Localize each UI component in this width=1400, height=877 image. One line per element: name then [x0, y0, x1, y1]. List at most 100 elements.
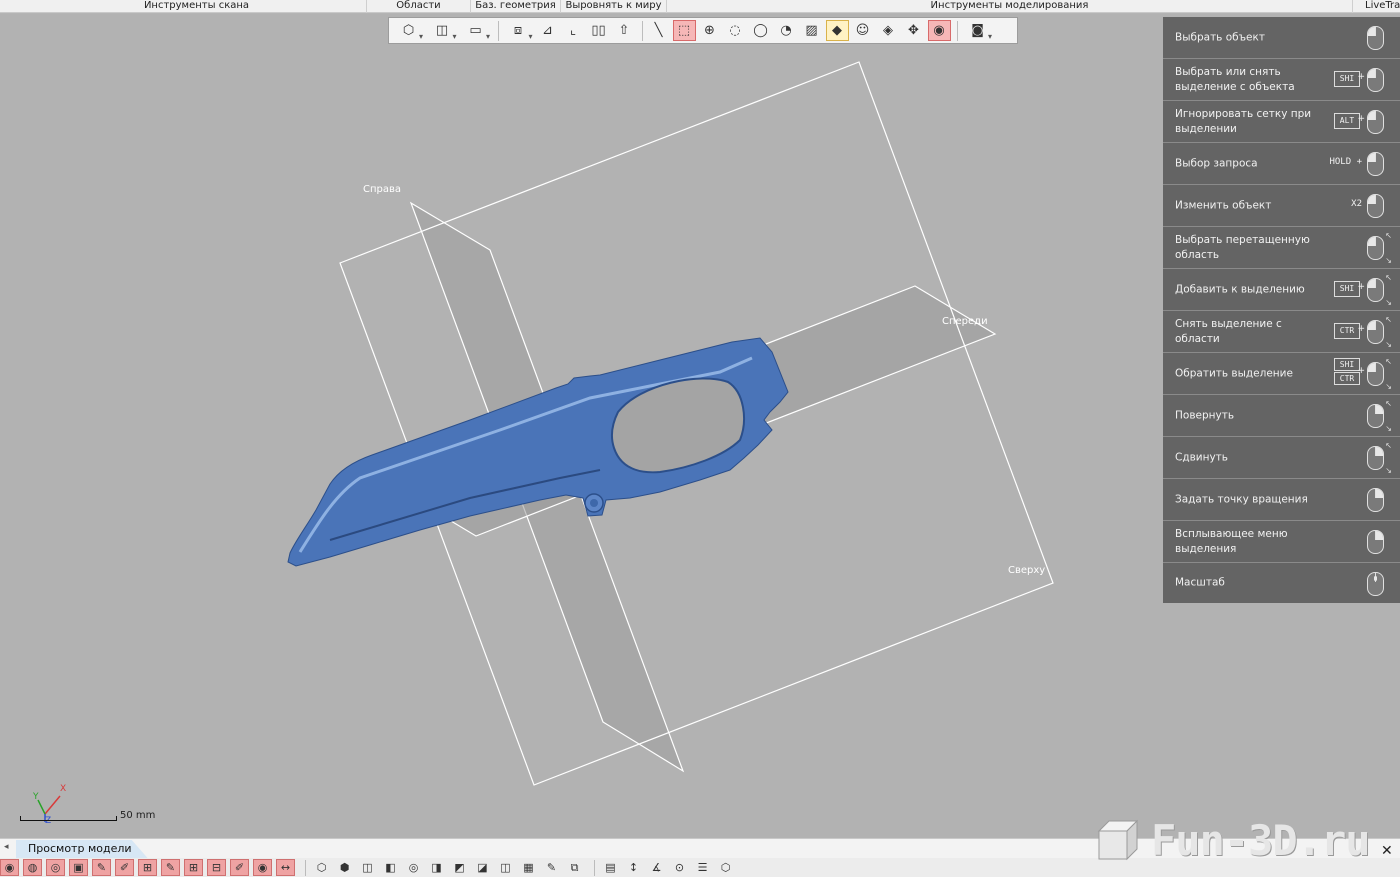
- eye-icon[interactable]: ◉: [253, 859, 272, 876]
- alt-key: ALT: [1334, 113, 1360, 129]
- hint-drag-area: Выбрать перетащенную область ↖ ↘: [1163, 227, 1400, 269]
- grow-select-icon[interactable]: ◈: [877, 20, 900, 41]
- watermark-cube-icon: [1097, 819, 1139, 861]
- ribbon-livetrans[interactable]: LiveTran: [1352, 0, 1400, 13]
- axis-x-label: X: [60, 784, 67, 794]
- hint-invert-selection: Обратить выделение SHI CTR + ↖ ↘: [1163, 353, 1400, 395]
- ribbon-align-to-world[interactable]: Выровнять к миру: [560, 0, 666, 13]
- label-plane-right: Справа: [363, 184, 402, 195]
- region-select-icon[interactable]: ⬡: [393, 20, 424, 41]
- grid2-icon[interactable]: ⊞: [184, 859, 203, 876]
- cube7-icon[interactable]: ◩: [450, 859, 469, 876]
- corner-icon[interactable]: ⌞: [562, 20, 585, 41]
- hint-zoom: Масштаб: [1163, 563, 1400, 603]
- cube2-icon[interactable]: ⬢: [335, 859, 354, 876]
- render-mode-icon[interactable]: ◙: [962, 20, 993, 41]
- ribbon-modeling-tools[interactable]: Инструменты моделирования: [666, 0, 1352, 13]
- toolbar-separator: [957, 20, 958, 41]
- hint-edit-object: Изменить объект X2: [1163, 185, 1400, 227]
- cube9-icon[interactable]: ◫: [496, 859, 515, 876]
- show-icon[interactable]: ◉: [0, 859, 19, 876]
- tab-model-view[interactable]: Просмотр модели: [16, 840, 148, 858]
- cube8-icon[interactable]: ◪: [473, 859, 492, 876]
- label-plane-front: Спереди: [942, 316, 988, 327]
- mouse-right-icon: [1367, 488, 1384, 512]
- close-icon[interactable]: ✕: [1381, 843, 1393, 859]
- section-icon[interactable]: ⊟: [207, 859, 226, 876]
- lasso-select-icon[interactable]: ◯: [749, 20, 772, 41]
- freeform-select-icon[interactable]: ▨: [800, 20, 823, 41]
- show-all-icon[interactable]: ▣: [69, 859, 88, 876]
- visibility-icon[interactable]: ◉: [927, 20, 951, 41]
- mouse-left-icon: [1367, 194, 1384, 218]
- cube3-icon[interactable]: ◫: [358, 859, 377, 876]
- cube10-icon[interactable]: ▦: [519, 859, 538, 876]
- mirror-icon[interactable]: ▯▯: [587, 20, 610, 41]
- label-plane-top: Сверху: [1008, 565, 1046, 576]
- drag-arrow-icon: ↖: [1385, 231, 1392, 240]
- fill-icon[interactable]: ◆: [825, 20, 849, 41]
- edit-icon[interactable]: ✎: [92, 859, 111, 876]
- hint-toggle-select: Выбрать или снять выделение с объекта SH…: [1163, 59, 1400, 101]
- paint-select-icon[interactable]: ◔: [775, 20, 798, 41]
- plus-sign: +: [1357, 114, 1365, 124]
- cube6-icon[interactable]: ◨: [427, 859, 446, 876]
- align-icon[interactable]: ⊿: [536, 20, 559, 41]
- hint-deselect-area: Снять выделение с области CTR + ↖ ↘: [1163, 311, 1400, 353]
- page-icon[interactable]: ▤: [601, 859, 620, 876]
- mouse-left-icon: [1367, 110, 1384, 134]
- watermark: Fun-3D.ru: [1095, 815, 1371, 865]
- measure-icon[interactable]: ↔: [276, 859, 295, 876]
- mesh-icon[interactable]: ◍: [23, 859, 42, 876]
- hint-label: Всплывающее меню выделения: [1175, 527, 1288, 555]
- box-icon[interactable]: ◫: [427, 20, 458, 41]
- cube-view-icon[interactable]: ⧈: [503, 20, 534, 41]
- face-select-icon[interactable]: ☺: [851, 20, 874, 41]
- mouse-hints-panel: Выбрать объект Выбрать или снять выделен…: [1163, 17, 1400, 603]
- plane-icon[interactable]: ▭: [460, 20, 491, 41]
- cube12-icon[interactable]: ⧉: [565, 859, 584, 876]
- mouse-left-icon: [1367, 152, 1384, 176]
- mouse-right-icon: [1367, 404, 1384, 428]
- pen-icon[interactable]: ✐: [115, 859, 134, 876]
- hint-label: Снять выделение с области: [1175, 317, 1282, 345]
- plus-sign: +: [1357, 282, 1365, 292]
- shape-icon[interactable]: ⬡: [716, 859, 735, 876]
- extrude-icon[interactable]: ⇧: [613, 20, 636, 41]
- rect-select-icon[interactable]: ⬚: [672, 20, 696, 41]
- mouse-left-icon: [1367, 26, 1384, 50]
- hide-icon[interactable]: ◎: [46, 859, 65, 876]
- shift-key: SHI: [1334, 281, 1360, 297]
- ctrl-key: CTR: [1334, 323, 1360, 339]
- ribbon-scan-tools[interactable]: Инструменты скана: [0, 0, 393, 13]
- hold-text: HOLD +: [1329, 157, 1362, 167]
- ribbon-base-geometry[interactable]: Баз. геометрия: [470, 0, 560, 13]
- target-icon[interactable]: ⊙: [670, 859, 689, 876]
- grid-icon[interactable]: ⊞: [138, 859, 157, 876]
- cube5-icon[interactable]: ◎: [404, 859, 423, 876]
- pen2-icon[interactable]: ✎: [161, 859, 180, 876]
- line-tool-icon[interactable]: ╲: [647, 20, 670, 41]
- move-icon[interactable]: ✥: [902, 20, 925, 41]
- drag-arrow-icon: ↖: [1385, 315, 1392, 324]
- ribbon-regions[interactable]: Области: [366, 0, 470, 13]
- brush-select-icon[interactable]: ◌: [724, 20, 747, 41]
- layers-icon[interactable]: ☰: [693, 859, 712, 876]
- toolbar-separator: [497, 20, 499, 41]
- pen3-icon[interactable]: ✐: [230, 859, 249, 876]
- plus-sign: +: [1357, 72, 1365, 82]
- shift-key: SHI: [1334, 358, 1360, 371]
- measure2-icon[interactable]: ↕: [624, 859, 643, 876]
- dimension-icon[interactable]: ∡: [647, 859, 666, 876]
- circle-select-icon[interactable]: ⊕: [698, 20, 721, 41]
- drag-arrow-icon: ↘: [1385, 382, 1392, 391]
- tab-scroll-left-icon[interactable]: ◂: [4, 842, 9, 852]
- hint-query-select: Выбор запроса HOLD +: [1163, 143, 1400, 185]
- hint-label: Выбрать перетащенную область: [1175, 233, 1310, 261]
- scale-label: 50 mm: [120, 810, 156, 821]
- drag-arrow-icon: ↘: [1385, 340, 1392, 349]
- cube1-icon[interactable]: ⬡: [312, 859, 331, 876]
- cube11-icon[interactable]: ✎: [542, 859, 561, 876]
- toolbar-separator: [594, 859, 595, 876]
- cube4-icon[interactable]: ◧: [381, 859, 400, 876]
